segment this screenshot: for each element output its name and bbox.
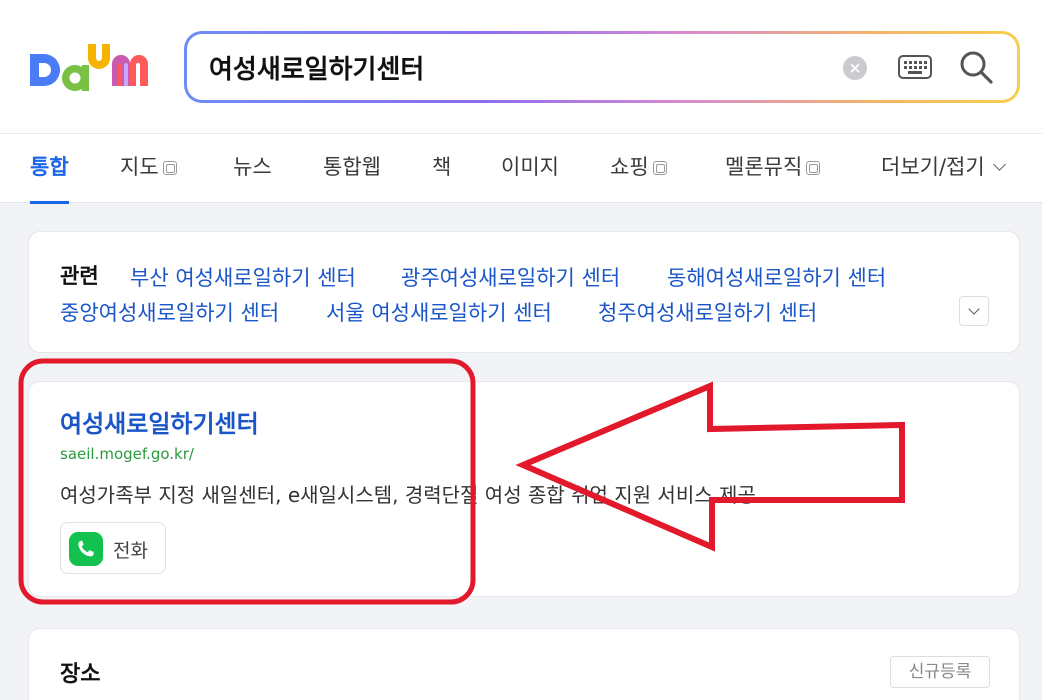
related-link[interactable]: 광주여성새로일하기 센터: [401, 262, 620, 292]
tab-label: 멜론뮤직: [725, 155, 803, 179]
tab-map[interactable]: 지도: [120, 134, 177, 203]
result-description: 여성가족부 지정 새일센터, e새일시스템, 경력단절 여성 종합 취업 지원 …: [60, 483, 763, 507]
tab-all[interactable]: 통합: [30, 134, 69, 204]
external-link-icon: [652, 161, 667, 175]
search-box: ×: [184, 31, 1020, 103]
close-circle-icon: ×: [848, 59, 862, 77]
magnifier-icon[interactable]: [958, 49, 994, 85]
tab-label: 지도: [120, 155, 159, 179]
tab-label: 이미지: [501, 155, 559, 179]
tab-melon-music[interactable]: 멜론뮤직: [725, 134, 821, 203]
tab-more[interactable]: 더보기/접기: [881, 134, 1006, 203]
tab-label: 통합: [30, 155, 69, 179]
search-input[interactable]: [209, 48, 809, 86]
result-url-link[interactable]: saeil.mogef.go.kr/: [60, 445, 194, 463]
tab-images[interactable]: 이미지: [501, 134, 559, 203]
search-inner: ×: [187, 34, 1017, 100]
search-tabs: 통합 지도 뉴스 통합웹 책 이미지 쇼핑 멜론뮤직 더보기/접기: [0, 133, 1042, 204]
keyboard-icon[interactable]: [898, 54, 932, 80]
register-place-button[interactable]: 신규등록: [890, 656, 990, 688]
tab-label: 통합웹: [323, 155, 381, 179]
tab-label: 쇼핑: [610, 155, 649, 179]
daum-logo[interactable]: [28, 38, 158, 96]
related-heading: 관련: [60, 264, 99, 288]
tab-news[interactable]: 뉴스: [233, 134, 272, 203]
tab-label: 책: [432, 155, 452, 179]
phone-icon: [69, 532, 103, 566]
related-searches-card: 관련 부산 여성새로일하기 센터 광주여성새로일하기 센터 동해여성새로일하기 …: [28, 231, 1020, 353]
clear-search-button[interactable]: ×: [843, 56, 867, 80]
related-link[interactable]: 서울 여성새로일하기 센터: [326, 297, 552, 327]
tab-books[interactable]: 책: [432, 134, 451, 203]
call-button[interactable]: 전화: [60, 522, 166, 574]
tab-web[interactable]: 통합웹: [323, 134, 381, 203]
external-link-icon: [162, 161, 177, 175]
result-title-link[interactable]: 여성새로일하기센터: [60, 404, 259, 439]
tab-label: 뉴스: [233, 155, 272, 179]
call-label: 전화: [113, 540, 148, 562]
external-link-icon: [806, 161, 821, 175]
chevron-down-icon: [992, 158, 1006, 171]
header: ×: [0, 0, 1042, 133]
place-card: 장소 신규등록: [28, 628, 1020, 700]
related-link[interactable]: 청주여성새로일하기 센터: [598, 297, 817, 327]
place-heading: 장소: [60, 662, 101, 687]
tab-label: 더보기/접기: [881, 155, 985, 179]
expand-related-button[interactable]: [959, 296, 989, 326]
tab-shopping[interactable]: 쇼핑: [610, 134, 667, 203]
related-link[interactable]: 부산 여성새로일하기 센터: [130, 262, 356, 292]
result-card: 여성새로일하기센터 saeil.mogef.go.kr/ 여성가족부 지정 새일…: [28, 381, 1020, 597]
related-link[interactable]: 동해여성새로일하기 센터: [667, 262, 886, 292]
related-link[interactable]: 중앙여성새로일하기 센터: [60, 297, 279, 327]
